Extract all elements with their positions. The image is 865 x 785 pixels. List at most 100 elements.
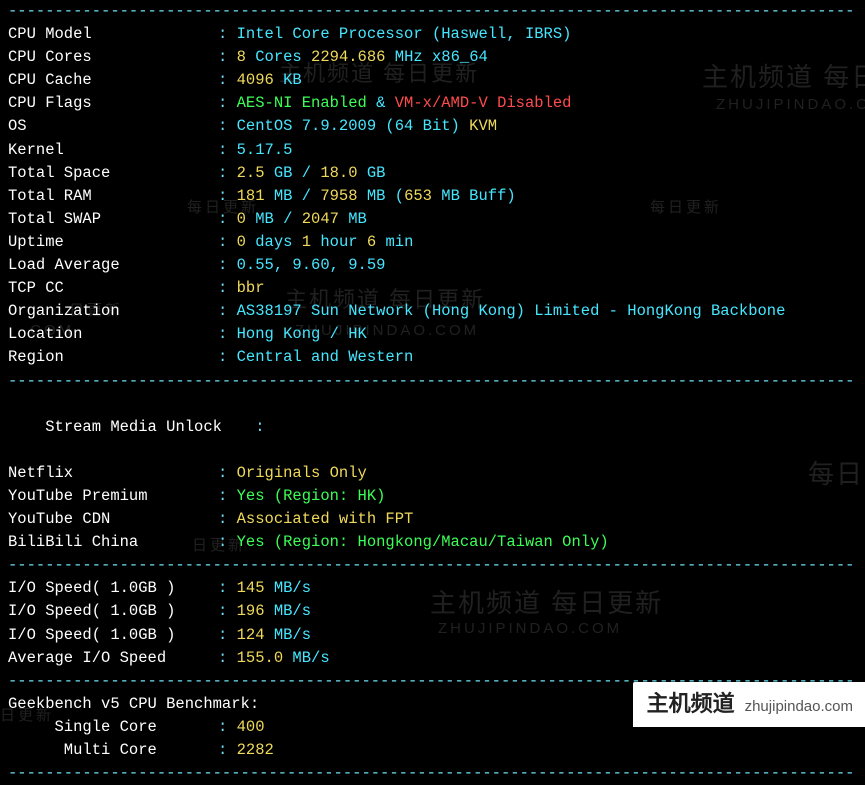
colon: : [218,348,237,366]
info-row: Kernel: 5.17.5 [8,139,857,162]
colon: : [218,533,237,551]
value-part: 8 [237,48,246,66]
info-row: Total RAM: 181 MB / 7958 MB (653 MB Buff… [8,185,857,208]
value-part: 2294.686 [311,48,385,66]
value-part: GB / [265,164,321,182]
stream-header-label: Stream Media Unlock [45,416,255,439]
value-part: MB ( [358,187,405,205]
value-part: min [376,233,413,251]
info-row: CPU Flags: AES-NI Enabled & VM-x/AMD-V D… [8,92,857,115]
value-part: 196 [237,602,265,620]
separator: ----------------------------------------… [8,370,857,393]
value-part: MB/s [265,602,312,620]
value-part: days [246,233,302,251]
colon: : [218,279,237,297]
separator: ----------------------------------------… [8,762,857,785]
info-label: Load Average [8,254,218,277]
info-label: I/O Speed( 1.0GB ) [8,577,218,600]
separator: ----------------------------------------… [8,0,857,23]
value-part: Cores [246,48,311,66]
info-row: Uptime: 0 days 1 hour 6 min [8,231,857,254]
info-row: BiliBili China: Yes (Region: Hongkong/Ma… [8,531,857,554]
info-label: Location [8,323,218,346]
info-value: 124 MB/s [237,624,311,647]
info-row: YouTube CDN: Associated with FPT [8,508,857,531]
footer-domain: zhujipindao.com [745,696,853,718]
info-row: Location: Hong Kong / HK [8,323,857,346]
value-part: GB [358,164,386,182]
info-row: Average I/O Speed: 155.0 MB/s [8,647,857,670]
info-value: Yes (Region: HK) [237,485,386,508]
value-part: 2.5 [237,164,265,182]
colon: : [218,94,237,112]
info-value: CentOS 7.9.2009 (64 Bit) KVM [237,115,497,138]
colon: : [218,71,237,89]
info-value: 145 MB/s [237,577,311,600]
colon: : [218,464,237,482]
stream-media-block: Netflix: Originals OnlyYouTube Premium: … [8,462,857,554]
info-value: 2282 [237,739,274,762]
info-label: TCP CC [8,277,218,300]
info-value: 4096 KB [237,69,302,92]
value-part: MHz [385,48,432,66]
value-part: AES-NI Enabled [237,94,367,112]
info-label: CPU Cores [8,46,218,69]
value-part: KVM [469,117,497,135]
value-part: 124 [237,626,265,644]
info-row: I/O Speed( 1.0GB ): 124 MB/s [8,624,857,647]
info-row: Total Space: 2.5 GB / 18.0 GB [8,162,857,185]
value-part: 0 [237,233,246,251]
colon: : [218,649,237,667]
info-label: OS [8,115,218,138]
value-part: KB [274,71,302,89]
colon: : [218,256,237,274]
info-value: Associated with FPT [237,508,414,531]
colon: : [218,626,237,644]
value-part: x86_64 [432,48,488,66]
value-part: MB Buff) [432,187,516,205]
value-part: MB [339,210,367,228]
info-row: Load Average: 0.55, 9.60, 9.59 [8,254,857,277]
info-value: 196 MB/s [237,600,311,623]
value-part: MB / [265,187,321,205]
info-row: Total SWAP: 0 MB / 2047 MB [8,208,857,231]
colon: : [218,187,237,205]
value-part: 6 [367,233,376,251]
info-row: Region: Central and Western [8,346,857,369]
info-label: Netflix [8,462,218,485]
io-block: I/O Speed( 1.0GB ): 145 MB/sI/O Speed( 1… [8,577,857,669]
value-part: 653 [404,187,432,205]
value-part: 7958 [320,187,357,205]
info-value: AES-NI Enabled & VM-x/AMD-V Disabled [237,92,572,115]
info-value: 181 MB / 7958 MB (653 MB Buff) [237,185,516,208]
info-row: CPU Model: Intel Core Processor (Haswell… [8,23,857,46]
value-part: 2047 [302,210,339,228]
info-value: 8 Cores 2294.686 MHz x86_64 [237,46,488,69]
info-label: YouTube CDN [8,508,218,531]
info-label: Organization [8,300,218,323]
info-label: Multi Core [8,739,218,762]
info-value: 0.55, 9.60, 9.59 [237,254,386,277]
system-info-block: CPU Model: Intel Core Processor (Haswell… [8,23,857,369]
value-part: 181 [237,187,265,205]
colon: : [218,741,237,759]
info-label: Uptime [8,231,218,254]
info-row: CPU Cache: 4096 KB [8,69,857,92]
info-label: Total Space [8,162,218,185]
info-value: Intel Core Processor (Haswell, IBRS) [237,23,572,46]
info-value: bbr [237,277,265,300]
colon: : [218,325,237,343]
info-row: CPU Cores: 8 Cores 2294.686 MHz x86_64 [8,46,857,69]
value-part: 4096 [237,71,274,89]
info-row: TCP CC: bbr [8,277,857,300]
colon: : [218,579,237,597]
separator: ----------------------------------------… [8,554,857,577]
info-row: I/O Speed( 1.0GB ): 145 MB/s [8,577,857,600]
value-part: 145 [237,579,265,597]
info-label: CPU Cache [8,69,218,92]
info-label: BiliBili China [8,531,218,554]
info-label: Average I/O Speed [8,647,218,670]
info-label: CPU Flags [8,92,218,115]
colon: : [218,602,237,620]
value-part: CentOS 7.9.2009 (64 Bit) [237,117,470,135]
